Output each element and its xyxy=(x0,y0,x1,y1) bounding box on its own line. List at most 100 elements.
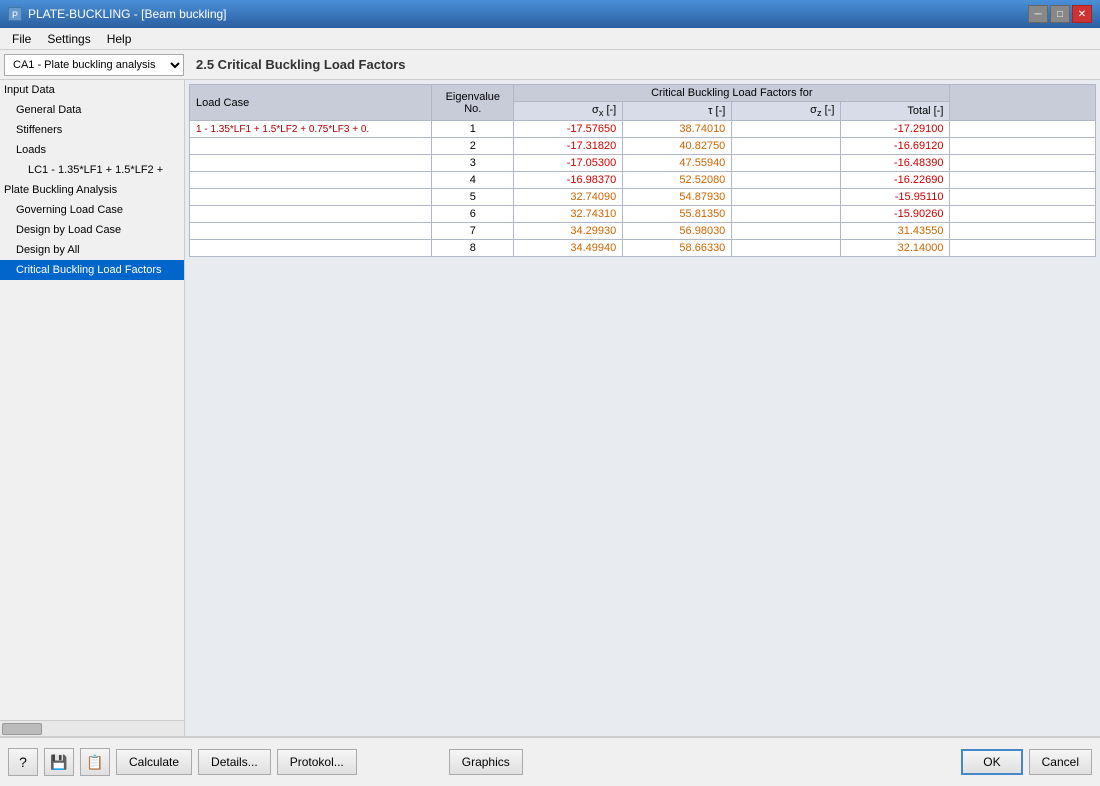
cell-load-case: 1 - 1.35*LF1 + 1.5*LF2 + 0.75*LF3 + 0. xyxy=(190,121,432,138)
col-header-eigenvalue: EigenvalueNo. xyxy=(432,85,514,121)
cell-load-case xyxy=(190,223,432,240)
cell-sigma-z xyxy=(732,155,841,172)
menu-help[interactable]: Help xyxy=(99,30,140,48)
table-row: 3-17.0530047.55940-16.48390 xyxy=(190,155,1096,172)
cell-sigma-x: 34.49940 xyxy=(514,240,623,257)
main-container: CA1 - Plate buckling analysis 2.5 Critic… xyxy=(0,50,1100,786)
cell-extra xyxy=(950,240,1096,257)
cell-sigma-x: 32.74090 xyxy=(514,189,623,206)
section-title: 2.5 Critical Buckling Load Factors xyxy=(196,57,406,72)
table-row: 1 - 1.35*LF1 + 1.5*LF2 + 0.75*LF3 + 0.1 -… xyxy=(190,121,1096,138)
calculate-button[interactable]: Calculate xyxy=(116,749,192,775)
cell-tau: 52.52080 xyxy=(623,172,732,189)
cell-tau: 38.74010 xyxy=(623,121,732,138)
col-header-sigma-x: σx [-] xyxy=(514,102,623,121)
menu-file[interactable]: File xyxy=(4,30,39,48)
menu-settings[interactable]: Settings xyxy=(39,30,98,48)
cell-eigen-no: 6 xyxy=(432,206,514,223)
cancel-button[interactable]: Cancel xyxy=(1029,749,1092,775)
sidebar-item-input-data[interactable]: Input Data xyxy=(0,80,184,100)
cell-sigma-x: -16.98370 xyxy=(514,172,623,189)
cell-extra xyxy=(950,121,1096,138)
cell-total: -17.29100 xyxy=(841,121,950,138)
sidebar-item-stiffeners[interactable]: Stiffeners xyxy=(0,120,184,140)
sidebar-item-plate-buckling[interactable]: Plate Buckling Analysis xyxy=(0,180,184,200)
details-button[interactable]: Details... xyxy=(198,749,271,775)
window-title: PLATE-BUCKLING - [Beam buckling] xyxy=(28,7,227,21)
graphics-button[interactable]: Graphics xyxy=(449,749,523,775)
sidebar-tree: Input Data General Data Stiffeners Loads… xyxy=(0,80,184,720)
cell-total: -15.95110 xyxy=(841,189,950,206)
bottom-bar: ? 💾 📋 Calculate Details... Protokol... G… xyxy=(0,736,1100,786)
maximize-button[interactable]: □ xyxy=(1050,5,1070,23)
table-row: 2-17.3182040.82750-16.69120 xyxy=(190,138,1096,155)
close-button[interactable]: ✕ xyxy=(1072,5,1092,23)
help-icon: ? xyxy=(19,754,27,770)
cell-sigma-z xyxy=(732,206,841,223)
help-button[interactable]: ? xyxy=(8,748,38,776)
cell-eigen-no: 7 xyxy=(432,223,514,240)
cell-total: -16.22690 xyxy=(841,172,950,189)
cell-eigen-no: 3 xyxy=(432,155,514,172)
cell-extra xyxy=(950,223,1096,240)
content-area: Input Data General Data Stiffeners Loads… xyxy=(0,80,1100,736)
col-header-critical-factors: Critical Buckling Load Factors for xyxy=(514,85,950,102)
hscroll-thumb[interactable] xyxy=(2,723,42,735)
sidebar-item-design-load-case[interactable]: Design by Load Case xyxy=(0,220,184,240)
ok-button[interactable]: OK xyxy=(961,749,1022,775)
cell-sigma-z xyxy=(732,172,841,189)
title-bar: P PLATE-BUCKLING - [Beam buckling] ─ □ ✕ xyxy=(0,0,1100,28)
cell-total: 32.14000 xyxy=(841,240,950,257)
table-row: 632.7431055.81350 -15.90260 xyxy=(190,206,1096,223)
minimize-button[interactable]: ─ xyxy=(1028,5,1048,23)
sidebar-hscroll[interactable] xyxy=(0,720,184,736)
app-icon: P xyxy=(8,7,22,21)
sidebar-item-general-data[interactable]: General Data xyxy=(0,100,184,120)
cell-sigma-z xyxy=(732,189,841,206)
table-row: 834.4994058.6633032.14000 xyxy=(190,240,1096,257)
sidebar-item-governing[interactable]: Governing Load Case xyxy=(0,200,184,220)
cell-extra xyxy=(950,206,1096,223)
cell-tau: 47.55940 xyxy=(623,155,732,172)
sidebar: Input Data General Data Stiffeners Loads… xyxy=(0,80,185,736)
cell-load-case xyxy=(190,138,432,155)
cell-tau: 56.98030 xyxy=(623,223,732,240)
save-button[interactable]: 💾 xyxy=(44,748,74,776)
cell-total: -16.48390 xyxy=(841,155,950,172)
copy-button[interactable]: 📋 xyxy=(80,748,110,776)
cell-extra xyxy=(950,172,1096,189)
cell-sigma-x: 34.29930 xyxy=(514,223,623,240)
cell-tau: 55.81350 xyxy=(623,206,732,223)
sidebar-item-lc1[interactable]: LC1 - 1.35*LF1 + 1.5*LF2 + xyxy=(0,160,184,180)
col-header-total: Total [-] xyxy=(841,102,950,121)
col-header-sigma-z: σz [-] xyxy=(732,102,841,121)
data-area: Load Case EigenvalueNo. Critical Bucklin… xyxy=(185,80,1100,736)
cell-sigma-z xyxy=(732,121,841,138)
cell-sigma-x: 32.74310 xyxy=(514,206,623,223)
cell-tau: 54.87930 xyxy=(623,189,732,206)
cell-eigen-no: 8 xyxy=(432,240,514,257)
cell-eigen-no: 5 xyxy=(432,189,514,206)
cell-sigma-z xyxy=(732,223,841,240)
table-container: Load Case EigenvalueNo. Critical Bucklin… xyxy=(185,80,1100,736)
sidebar-item-loads[interactable]: Loads xyxy=(0,140,184,160)
analysis-dropdown[interactable]: CA1 - Plate buckling analysis xyxy=(4,54,184,76)
cell-extra xyxy=(950,189,1096,206)
cell-total: -15.90260 xyxy=(841,206,950,223)
protokol-button[interactable]: Protokol... xyxy=(277,749,357,775)
col-header-load-case: Load Case xyxy=(190,85,432,121)
cell-load-case xyxy=(190,155,432,172)
cell-tau: 40.82750 xyxy=(623,138,732,155)
cell-load-case xyxy=(190,189,432,206)
table-row: 4-16.9837052.52080 -16.22690 xyxy=(190,172,1096,189)
table-row: 734.2993056.9803031.43550 xyxy=(190,223,1096,240)
cell-load-case xyxy=(190,206,432,223)
sidebar-item-critical-buckling[interactable]: Critical Buckling Load Factors xyxy=(0,260,184,280)
cell-load-case xyxy=(190,240,432,257)
top-bar: CA1 - Plate buckling analysis 2.5 Critic… xyxy=(0,50,1100,80)
cell-eigen-no: 4 xyxy=(432,172,514,189)
cell-extra xyxy=(950,155,1096,172)
save-icon: 💾 xyxy=(50,754,67,771)
sidebar-item-design-all[interactable]: Design by All xyxy=(0,240,184,260)
cell-eigen-no: 1 xyxy=(432,121,514,138)
